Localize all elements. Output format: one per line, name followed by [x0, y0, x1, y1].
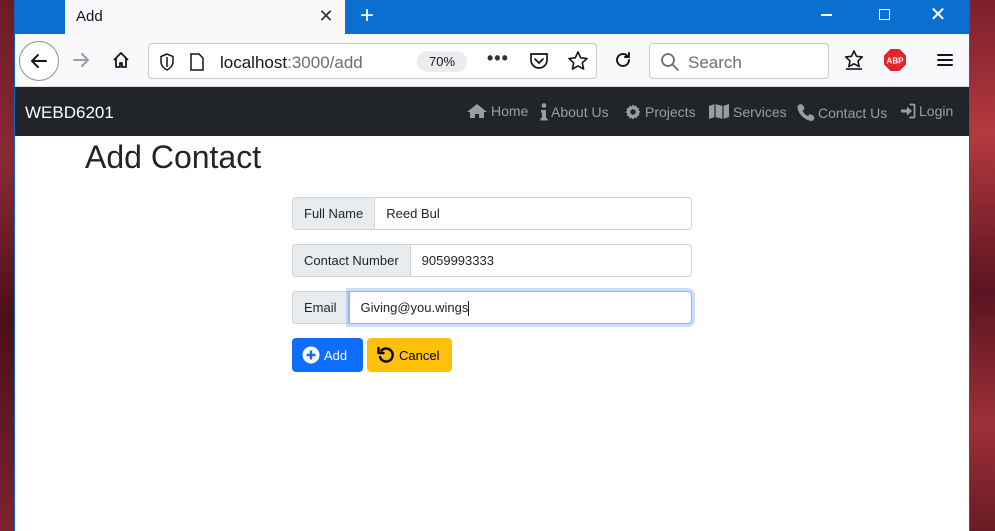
search-placeholder: Search — [688, 53, 742, 72]
nav-contact[interactable]: Contact Us — [796, 103, 887, 122]
bookmarks-button[interactable] — [836, 42, 872, 78]
nav-about[interactable]: About Us — [540, 103, 609, 121]
full-name-group: Full Name Reed Bul — [292, 197, 692, 230]
home-icon — [113, 52, 129, 68]
menu-button[interactable] — [927, 42, 963, 78]
pocket-icon[interactable] — [529, 52, 549, 70]
navigation-toolbar: localhost:3000/add 70% ••• Search ABP — [15, 34, 969, 87]
desktop-background-left — [0, 0, 14, 531]
reload-button[interactable] — [605, 42, 641, 78]
url-text[interactable]: localhost:3000/add — [220, 53, 363, 73]
form-actions: Add Cancel — [292, 338, 462, 372]
arrow-right-icon — [73, 53, 89, 67]
tab-add[interactable]: Add ✕ — [65, 0, 345, 34]
web-page: WEBD6201 Home About Us Projects Services… — [15, 87, 969, 531]
forward-button[interactable] — [63, 42, 99, 78]
gear-icon — [625, 104, 641, 120]
back-button[interactable] — [19, 41, 59, 81]
sign-in-icon — [901, 103, 916, 119]
plus-circle-icon — [302, 346, 320, 364]
home-button[interactable] — [103, 42, 139, 78]
cancel-button-label: Cancel — [399, 347, 440, 363]
nav-services[interactable]: Services — [708, 103, 787, 120]
tab-bar: Add ✕ + ✕ — [15, 0, 969, 34]
nav-contact-label: Contact Us — [818, 104, 888, 121]
bookmark-star-icon[interactable] — [567, 50, 589, 72]
contact-number-label: Contact Number — [292, 244, 411, 277]
minimize-icon[interactable] — [803, 0, 849, 32]
hamburger-menu-icon — [937, 54, 953, 66]
page-title: Add Contact — [85, 139, 262, 175]
email-input[interactable]: Giving@you.wings — [348, 291, 692, 324]
nav-login-label: Login — [919, 103, 954, 119]
nav-about-label: About Us — [551, 104, 609, 120]
page-icon[interactable] — [189, 53, 205, 71]
tab-title: Add — [76, 8, 103, 25]
zoom-badge[interactable]: 70% — [417, 51, 467, 72]
nav-services-label: Services — [733, 103, 787, 120]
home-icon — [467, 104, 487, 118]
reload-icon — [616, 52, 630, 67]
email-label: Email — [292, 291, 349, 324]
nav-home-label: Home — [491, 103, 529, 119]
new-tab-icon[interactable]: + — [355, 3, 379, 31]
add-button[interactable]: Add — [292, 338, 363, 372]
adblock-icon: ABP — [884, 49, 906, 71]
nav-projects-label: Projects — [645, 104, 696, 120]
nav-projects[interactable]: Projects — [624, 103, 696, 121]
contact-number-input[interactable]: 9059993333 — [410, 244, 692, 277]
tab-close-icon[interactable]: ✕ — [315, 5, 337, 27]
arrow-left-icon — [31, 54, 47, 68]
address-bar[interactable]: localhost:3000/add 70% ••• — [148, 43, 597, 79]
desktop-background-right — [970, 0, 995, 531]
window-close-icon[interactable]: ✕ — [915, 0, 961, 32]
search-input[interactable]: Search — [649, 43, 829, 79]
page-actions-icon[interactable]: ••• — [487, 48, 509, 69]
nav-home[interactable]: Home — [466, 103, 528, 119]
browser-window: Add ✕ + ✕ localhost:3000/add 70% ••• Sea… — [14, 0, 970, 531]
undo-icon — [377, 346, 394, 363]
search-icon — [661, 53, 679, 71]
bookmarks-menu-icon — [844, 50, 864, 70]
site-brand[interactable]: WEBD6201 — [25, 103, 114, 123]
full-name-input[interactable]: Reed Bul — [375, 197, 692, 230]
site-navbar: WEBD6201 Home About Us Projects Services… — [15, 87, 969, 136]
adblock-button[interactable]: ABP — [877, 42, 913, 78]
adblock-label: ABP — [887, 57, 905, 66]
maximize-icon[interactable] — [861, 0, 907, 32]
email-group: Email Giving@you.wings — [292, 291, 692, 324]
url-path: :3000/add — [287, 53, 363, 72]
nav-login[interactable]: Login — [900, 103, 953, 119]
cancel-button[interactable]: Cancel — [367, 338, 452, 372]
url-host: localhost — [220, 53, 288, 72]
contact-number-group: Contact Number 9059993333 — [292, 244, 692, 277]
map-icon — [709, 104, 729, 120]
email-value: Giving@you.wings — [360, 300, 469, 315]
phone-icon — [797, 104, 815, 121]
text-cursor — [468, 301, 470, 317]
full-name-label: Full Name — [292, 197, 376, 230]
add-button-label: Add — [324, 347, 348, 363]
info-icon — [540, 103, 548, 121]
shield-icon[interactable] — [159, 53, 175, 71]
